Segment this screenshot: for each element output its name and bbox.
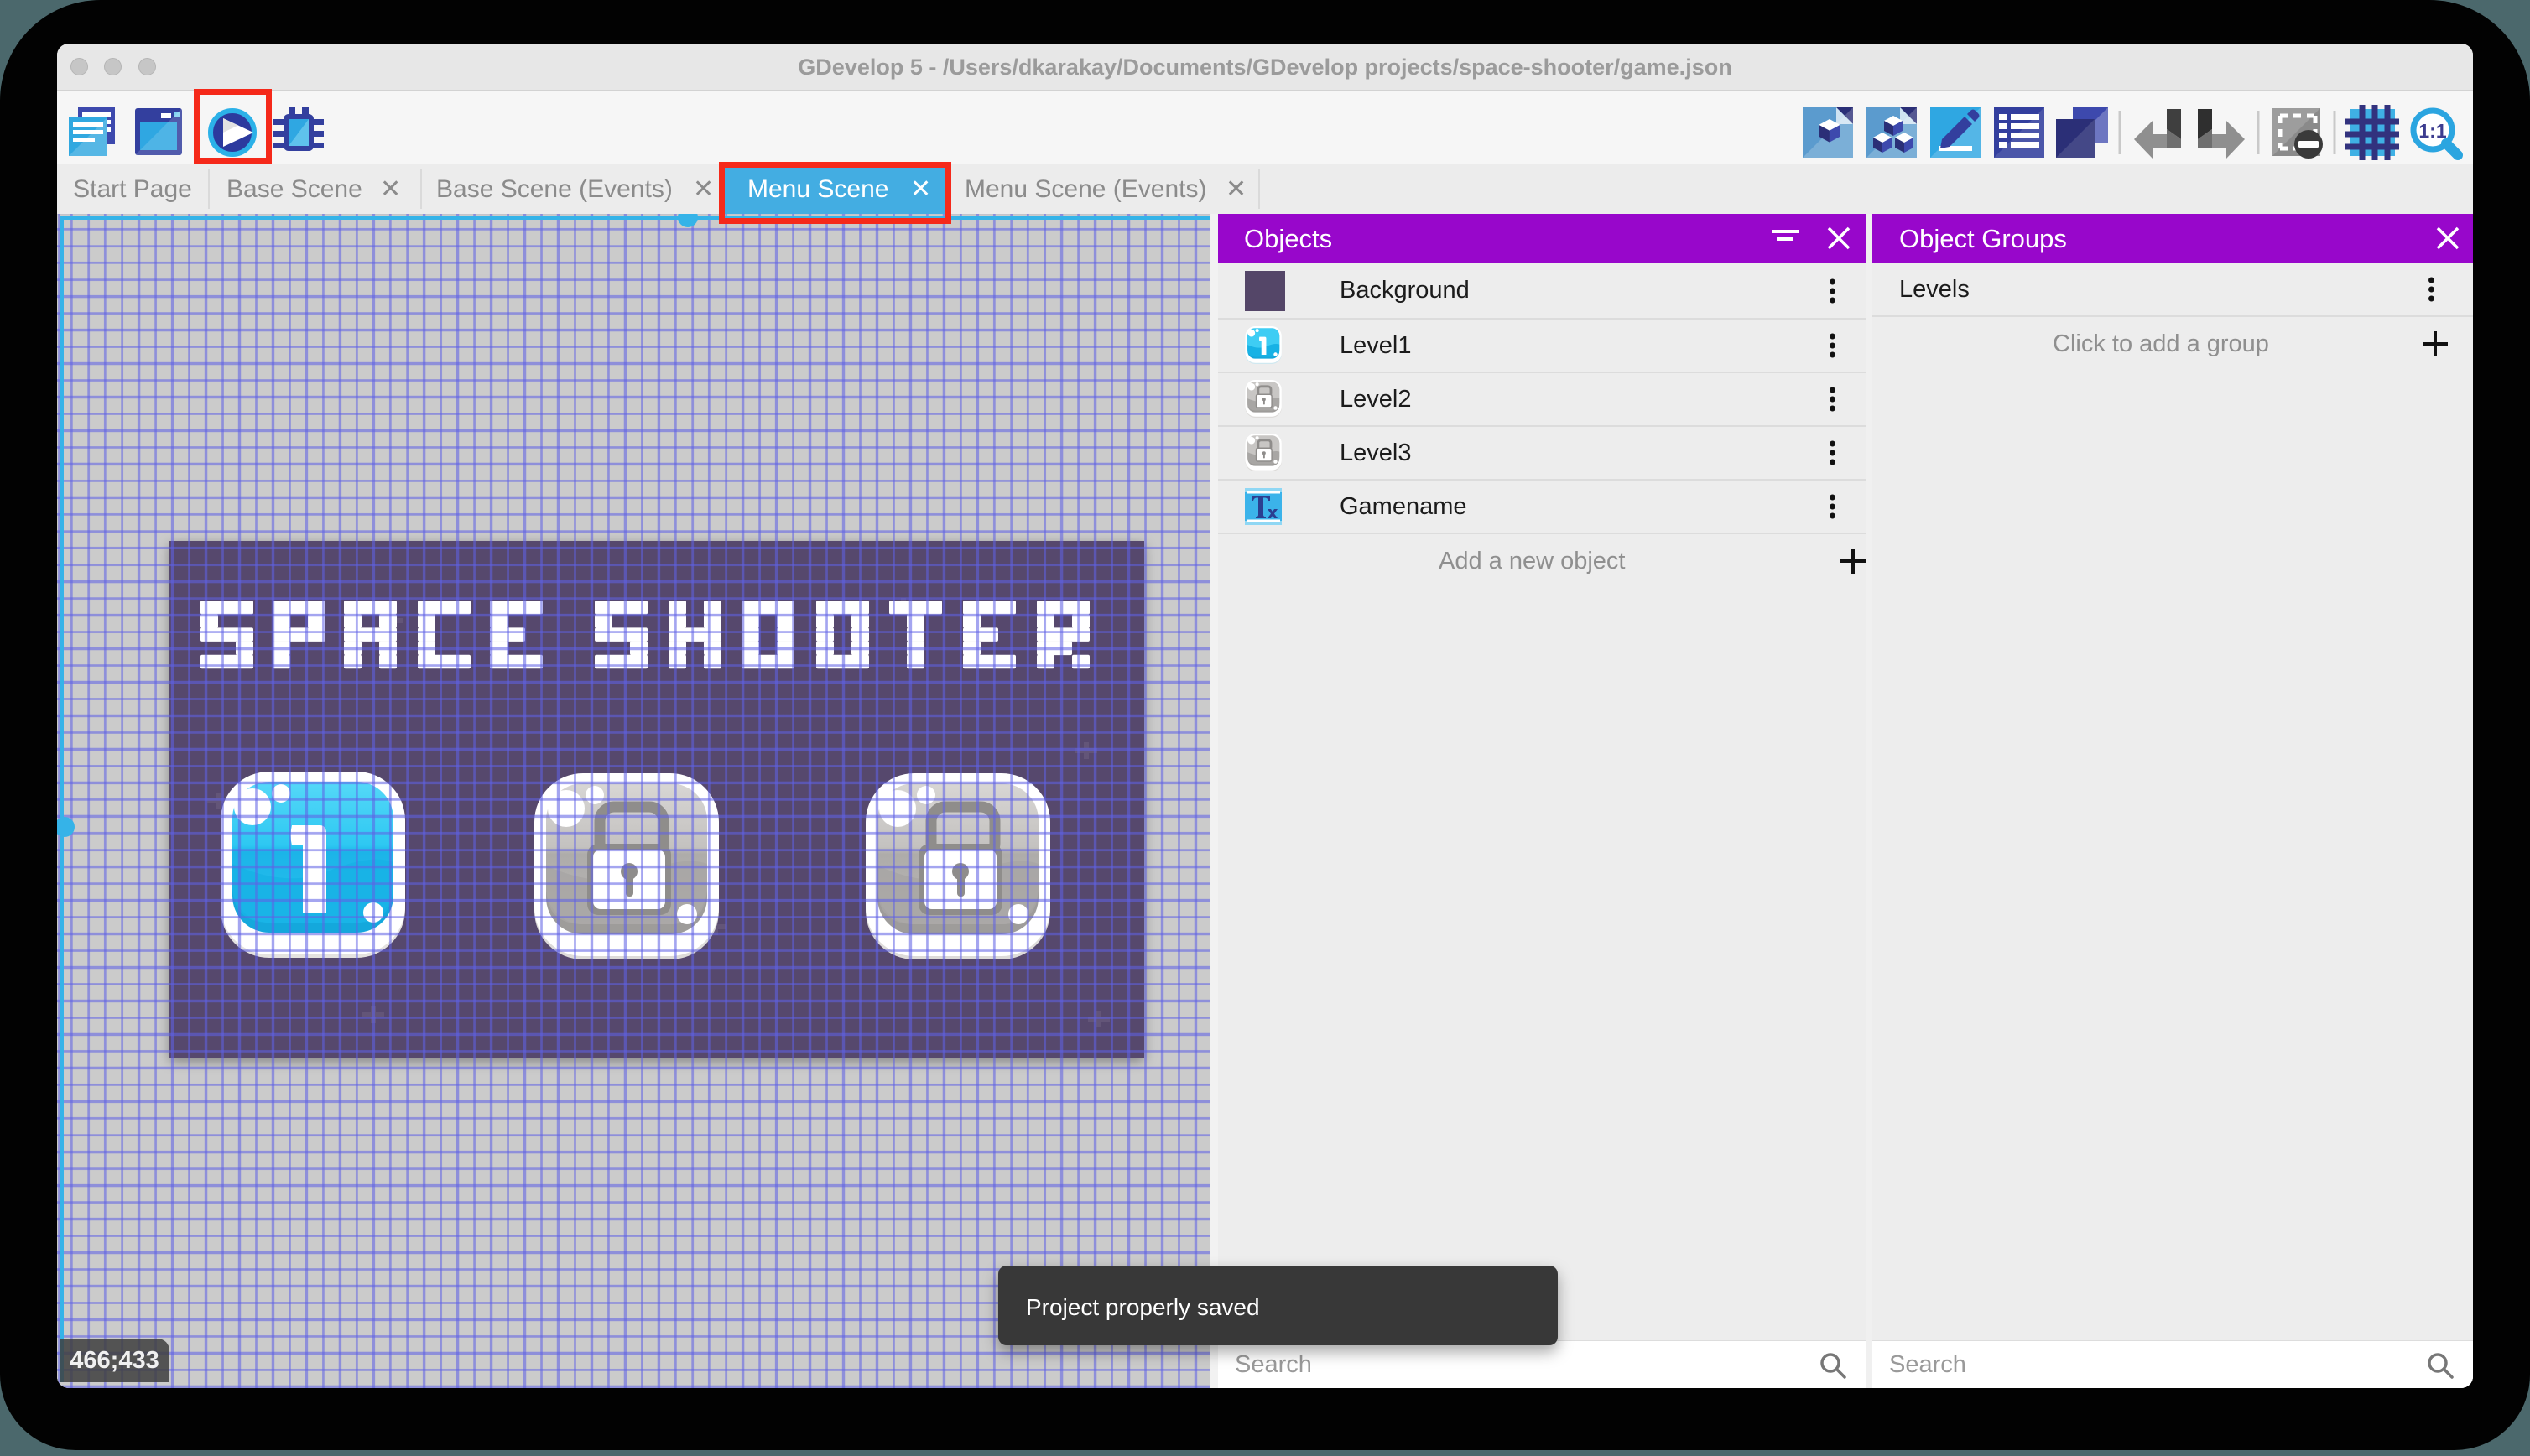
svg-text:1:1: 1:1 bbox=[2418, 120, 2446, 142]
